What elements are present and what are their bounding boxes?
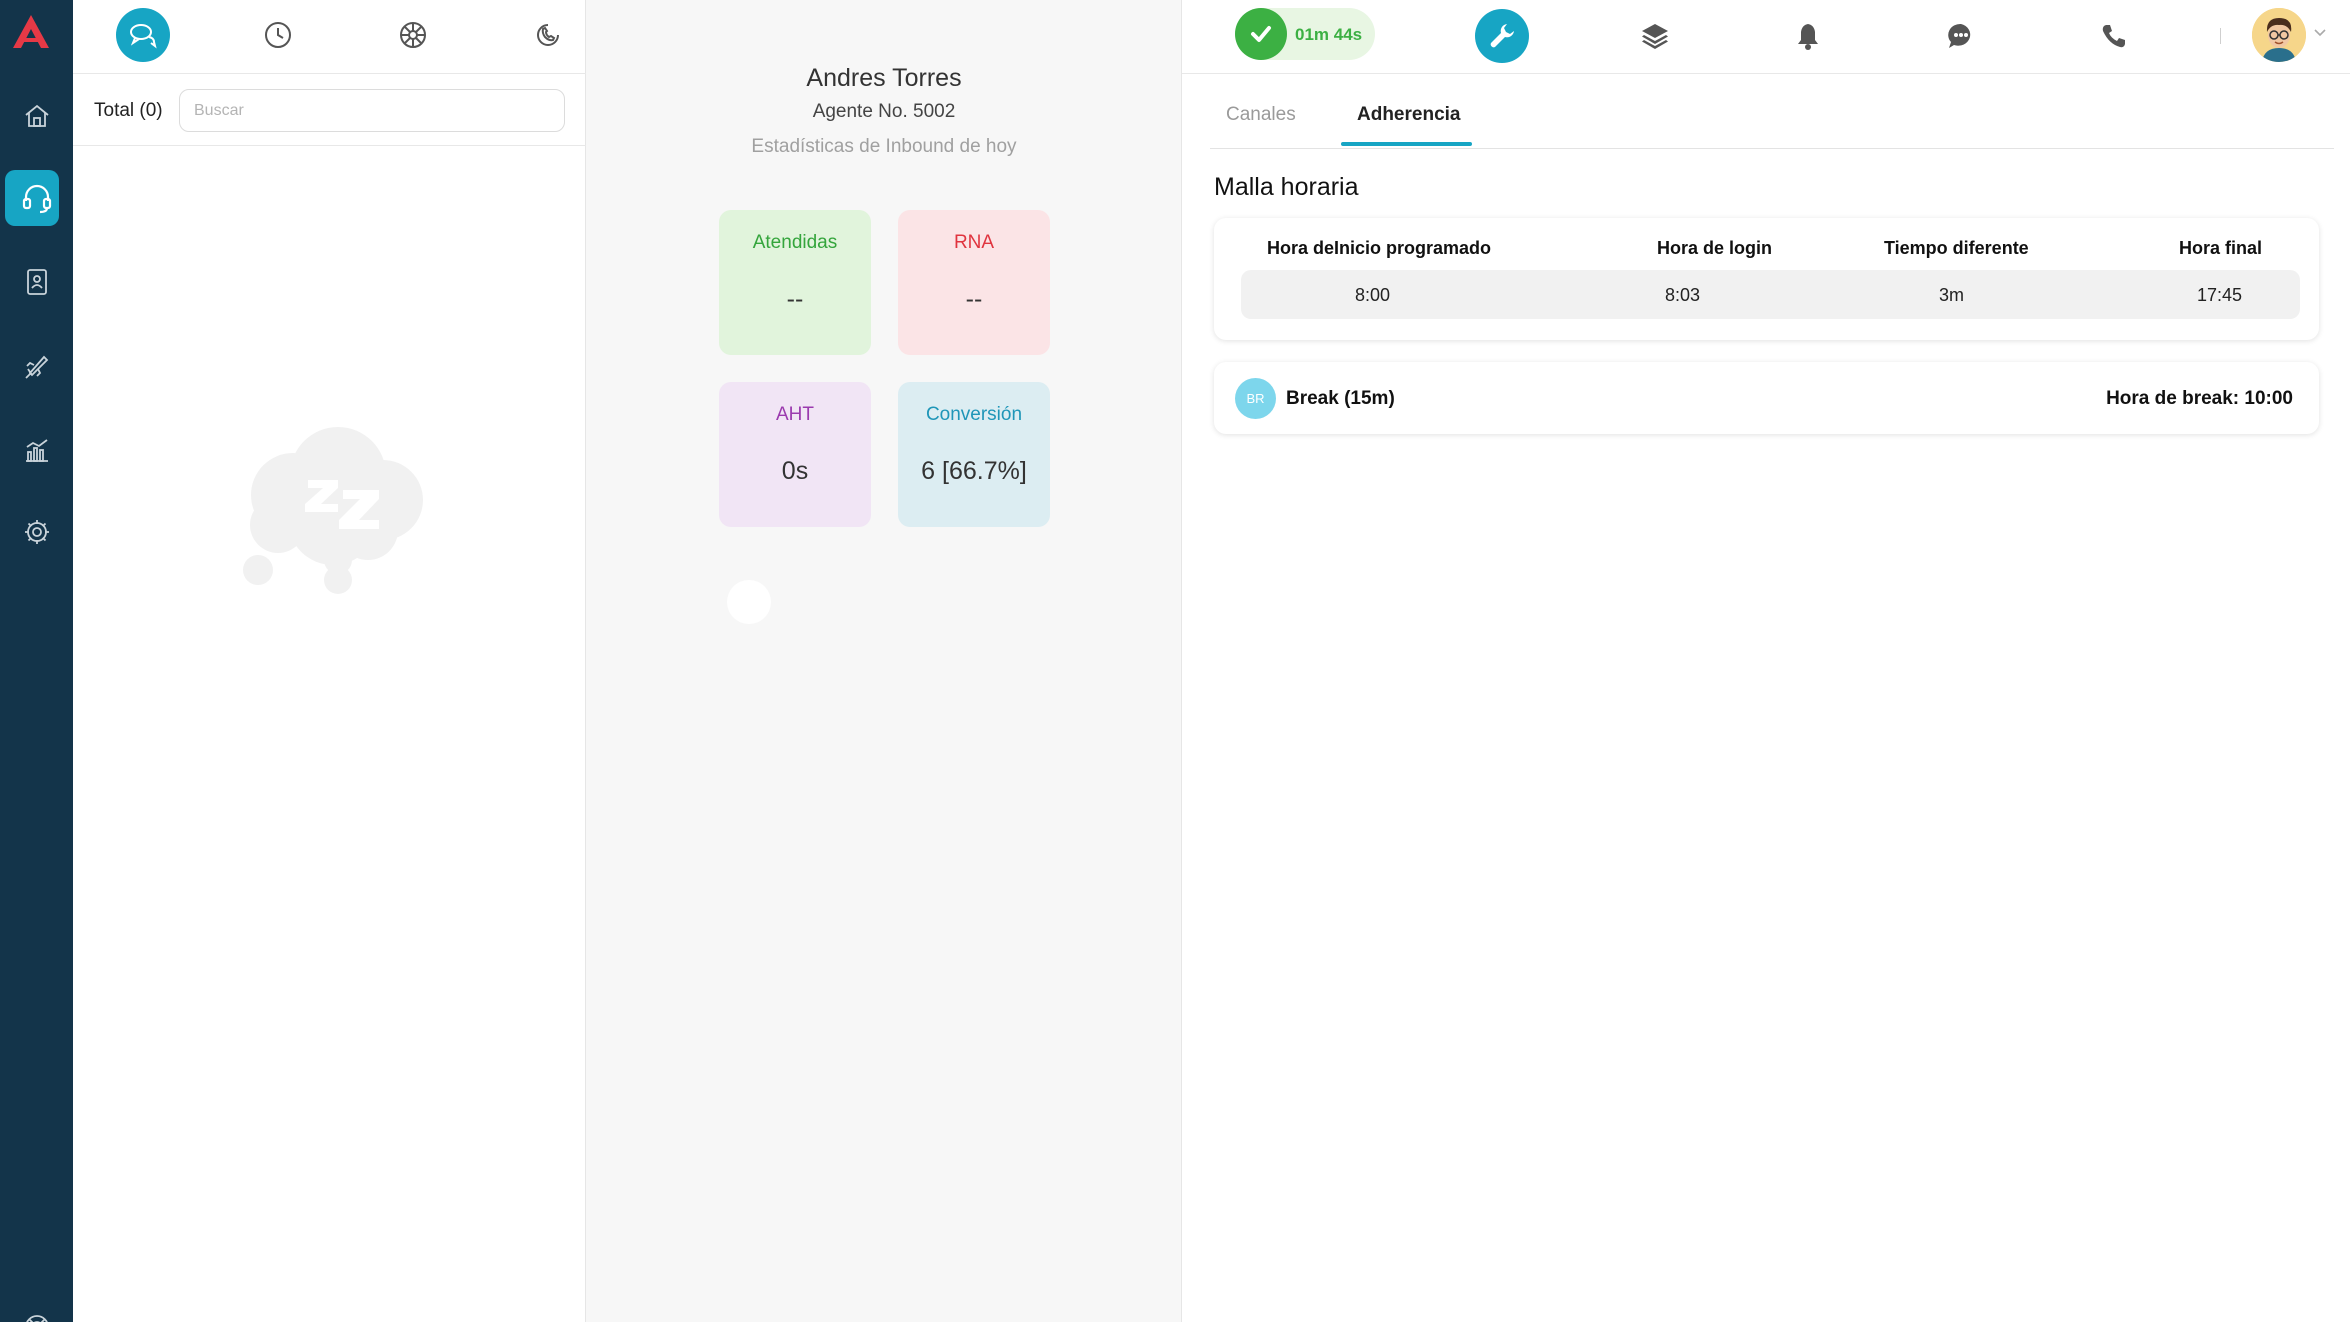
phone-button[interactable]: [2087, 9, 2141, 63]
nav-campaigns[interactable]: [0, 338, 73, 394]
total-count: Total (0): [94, 100, 163, 121]
home-icon: [24, 104, 49, 127]
stat-value: --: [786, 285, 804, 313]
tab-history[interactable]: [251, 8, 305, 62]
agent-number: Agente No. 5002: [812, 101, 956, 122]
floating-dot: [727, 580, 771, 624]
nav-agent-desktop[interactable]: [0, 170, 73, 226]
value-time-difference: 3m: [1939, 285, 1965, 305]
break-card: BR Break (15m) Hora de break: 10:00: [1214, 362, 2319, 434]
section-title: Malla horaria: [1214, 173, 1359, 201]
tools-button[interactable]: [1475, 9, 1529, 63]
break-time: Hora de break: 10:00: [2106, 388, 2293, 409]
stat-value: --: [965, 285, 983, 313]
stat-card-aht: AHT 0s: [719, 382, 871, 527]
layers-icon: [1642, 24, 1668, 49]
nav-contacts[interactable]: [0, 254, 73, 310]
details-tabs: Canales Adherencia: [1210, 74, 2334, 149]
nav-help[interactable]: [0, 1296, 73, 1322]
toolbar-divider: [2220, 28, 2221, 44]
search-row: Total (0): [73, 74, 586, 146]
clock-history-icon: [265, 22, 291, 48]
settings-gear-icon: [24, 520, 49, 544]
chat-icon: [1948, 23, 1971, 48]
value-scheduled-start: 8:00: [1355, 285, 1391, 305]
nav-reports[interactable]: [0, 422, 73, 478]
sleep-cloud-icon: [243, 427, 423, 594]
avatar-icon: [2252, 8, 2306, 62]
search-input[interactable]: [179, 89, 565, 132]
phone-icon: [2102, 25, 2125, 48]
stats-subtitle: Estadísticas de Inbound de hoy: [751, 136, 1017, 157]
stat-label: Atendidas: [752, 232, 838, 253]
reports-chart-icon: [25, 439, 48, 462]
stat-value: 6 [66.7%]: [921, 457, 1027, 485]
chevron-down-icon[interactable]: [2314, 28, 2326, 38]
help-lifebuoy-icon: [25, 1315, 48, 1322]
stat-value: 0s: [781, 457, 809, 485]
headset-icon: [22, 184, 51, 214]
schedule-row: 8:00 8:03 3m 17:45: [1241, 270, 2300, 319]
chat-bubbles-icon: [130, 24, 157, 49]
conversation-tabs: [73, 0, 586, 74]
nav-settings[interactable]: [0, 504, 73, 560]
contacts-book-icon: [26, 269, 47, 295]
omnichannel-wheel-icon: [400, 22, 426, 48]
phone-history-icon: [537, 24, 559, 46]
nav-home[interactable]: [0, 88, 73, 144]
nav-rail: [0, 0, 73, 1322]
stat-label: RNA: [953, 232, 995, 253]
notifications-button[interactable]: [1781, 9, 1835, 63]
user-avatar[interactable]: [2252, 8, 2306, 62]
layers-button[interactable]: [1628, 9, 1682, 63]
campaign-rocket-icon: [24, 355, 48, 379]
tab-active-conversations[interactable]: [116, 8, 170, 62]
tab-omnichannel[interactable]: [386, 8, 440, 62]
stat-label: Conversión: [925, 404, 1023, 425]
header-scheduled-start: Hora deInicio programado: [1267, 238, 1492, 258]
check-icon: [1235, 8, 1287, 60]
value-end-time: 17:45: [2197, 285, 2243, 305]
agent-stats-panel: Andres Torres Agente No. 5002 Estadístic…: [586, 0, 1182, 1322]
chat-button[interactable]: [1934, 9, 1988, 63]
active-tab-indicator: [1341, 142, 1472, 146]
app-logo-icon[interactable]: [10, 12, 52, 52]
stat-card-conversion: Conversión 6 [66.7%]: [898, 382, 1050, 527]
tab-canales[interactable]: Canales: [1226, 104, 1296, 126]
agent-status-pill[interactable]: 01m 44s: [1235, 8, 1375, 60]
agent-name: Andres Torres: [806, 64, 962, 92]
tab-adherencia[interactable]: Adherencia: [1357, 104, 1460, 126]
header-end-time: Hora final: [2179, 238, 2263, 258]
stat-card-atendidas: Atendidas --: [719, 210, 871, 355]
value-login-time: 8:03: [1665, 285, 1701, 305]
header-time-difference: Tiempo diferente: [1884, 238, 2029, 258]
wrench-icon: [1490, 24, 1514, 48]
break-badge: BR: [1235, 378, 1276, 419]
conversations-panel: Total (0): [73, 0, 586, 1322]
bell-icon: [1798, 24, 1818, 50]
top-toolbar: 01m 44s: [1182, 0, 2350, 74]
status-timer: 01m 44s: [1295, 25, 1363, 44]
tab-call-history[interactable]: [521, 8, 575, 62]
break-label: Break (15m): [1286, 388, 1395, 409]
stat-card-rna: RNA --: [898, 210, 1050, 355]
details-panel: 01m 44s Canales Adherencia Malla horaria…: [1182, 0, 2350, 1322]
header-login-time: Hora de login: [1657, 238, 1773, 258]
stat-label: AHT: [776, 404, 814, 425]
schedule-card: Hora deInicio programado Hora de login T…: [1214, 218, 2319, 340]
